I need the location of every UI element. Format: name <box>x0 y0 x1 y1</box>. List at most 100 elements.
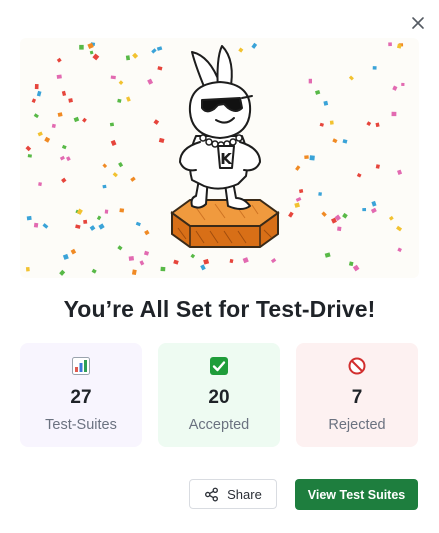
confetti-piece <box>288 211 294 218</box>
confetti-piece <box>91 268 97 274</box>
confetti-piece <box>329 120 334 125</box>
confetti-piece <box>397 247 402 253</box>
confetti-piece <box>118 162 124 168</box>
confetti-piece <box>89 50 94 55</box>
confetti-piece <box>203 258 210 265</box>
confetti-piece <box>147 78 154 85</box>
confetti-piece <box>118 80 124 85</box>
confetti-piece <box>56 74 62 79</box>
confetti-piece <box>62 253 69 260</box>
confetti-piece <box>112 172 118 178</box>
confetti-piece <box>98 223 105 230</box>
confetti-piece <box>82 117 87 123</box>
confetti-piece <box>160 266 166 272</box>
confetti-piece <box>229 258 234 264</box>
confetti-piece <box>73 116 80 123</box>
share-button[interactable]: Share <box>189 479 277 509</box>
confetti-piece <box>33 222 39 228</box>
confetti-piece <box>298 188 304 194</box>
confetti-piece <box>83 219 88 224</box>
hero-illustration: K <box>20 38 419 278</box>
confetti-piece <box>51 123 56 129</box>
confetti-piece <box>110 139 117 146</box>
confetti-piece <box>57 112 63 117</box>
confetti-piece <box>117 245 123 251</box>
confetti-piece <box>102 163 108 169</box>
confetti-piece <box>397 169 403 175</box>
confetti-piece <box>371 200 377 207</box>
confetti-piece <box>401 82 405 87</box>
confetti-piece <box>61 177 67 183</box>
confetti-piece <box>131 269 137 276</box>
confetti-piece <box>119 208 125 213</box>
mascot <box>179 45 261 210</box>
stat-label: Test-Suites <box>45 417 117 433</box>
confetti-piece <box>42 223 49 229</box>
stat-card-rejected: 7 Rejected <box>296 343 418 447</box>
confetti-piece <box>65 156 71 162</box>
confetti-piece <box>135 221 141 227</box>
confetti-piece <box>366 121 372 127</box>
confetti-piece <box>92 53 100 61</box>
confetti-piece <box>324 252 331 258</box>
confetti-piece <box>190 253 196 259</box>
confetti-piece <box>173 259 179 265</box>
confetti-piece <box>44 136 51 143</box>
confetti-piece <box>396 43 402 49</box>
confetti-piece <box>251 42 258 49</box>
stat-label: Rejected <box>328 417 386 433</box>
confetti-piece <box>68 98 73 103</box>
confetti-piece <box>33 113 39 119</box>
confetti-piece <box>125 55 131 61</box>
dialog-title: You’re All Set for Test-Drive! <box>63 296 376 322</box>
stat-card-accepted: 20 Accepted <box>158 343 280 447</box>
confetti-piece <box>370 207 377 214</box>
confetti-piece <box>391 111 397 117</box>
confetti-piece <box>388 215 394 221</box>
confetti-piece <box>76 208 83 215</box>
confetti-piece <box>59 269 66 276</box>
confetti-piece <box>96 215 102 221</box>
confetti-piece <box>337 226 342 232</box>
confetti-piece <box>79 44 84 50</box>
prohibited-icon <box>348 357 366 375</box>
confetti-piece <box>37 131 43 137</box>
confetti-piece <box>356 172 362 178</box>
confetti-piece <box>34 84 39 90</box>
confetti-piece <box>89 225 96 231</box>
confetti-piece <box>59 155 65 161</box>
confetti-piece <box>110 75 116 80</box>
confetti-piece <box>309 155 315 161</box>
confetti-piece <box>362 208 367 212</box>
confetti-piece <box>342 139 348 144</box>
confetti-piece <box>348 75 354 81</box>
confetti-piece <box>304 155 309 160</box>
confetti-piece <box>323 100 329 106</box>
confetti-piece <box>314 89 321 95</box>
confetti-piece <box>372 66 377 70</box>
view-test-suites-button[interactable]: View Test Suites <box>295 479 418 510</box>
confetti-piece <box>144 229 150 236</box>
confetti-piece <box>26 215 32 221</box>
confetti-piece <box>130 176 136 182</box>
confetti-piece <box>25 267 30 272</box>
confetti-piece <box>332 138 338 144</box>
confetti-piece <box>352 264 360 272</box>
stat-card-test-suites: 27 Test-Suites <box>20 343 142 447</box>
close-icon[interactable] <box>409 14 427 32</box>
confetti-piece <box>38 182 42 187</box>
confetti-piece <box>61 144 67 150</box>
confetti-piece <box>319 122 324 127</box>
mascot-on-pedestal-illustration: K <box>25 42 405 276</box>
confetti-piece <box>392 85 398 91</box>
confetti-piece <box>295 165 301 171</box>
confetti-piece <box>61 90 67 97</box>
confetti-piece <box>36 90 42 97</box>
confetti-piece <box>102 184 107 189</box>
confetti-piece <box>388 42 392 47</box>
confetti-piece <box>238 47 244 53</box>
confetti-piece <box>396 225 403 232</box>
confetti-piece <box>375 164 380 169</box>
confetti-piece <box>70 248 77 255</box>
stat-value: 20 <box>208 387 230 408</box>
